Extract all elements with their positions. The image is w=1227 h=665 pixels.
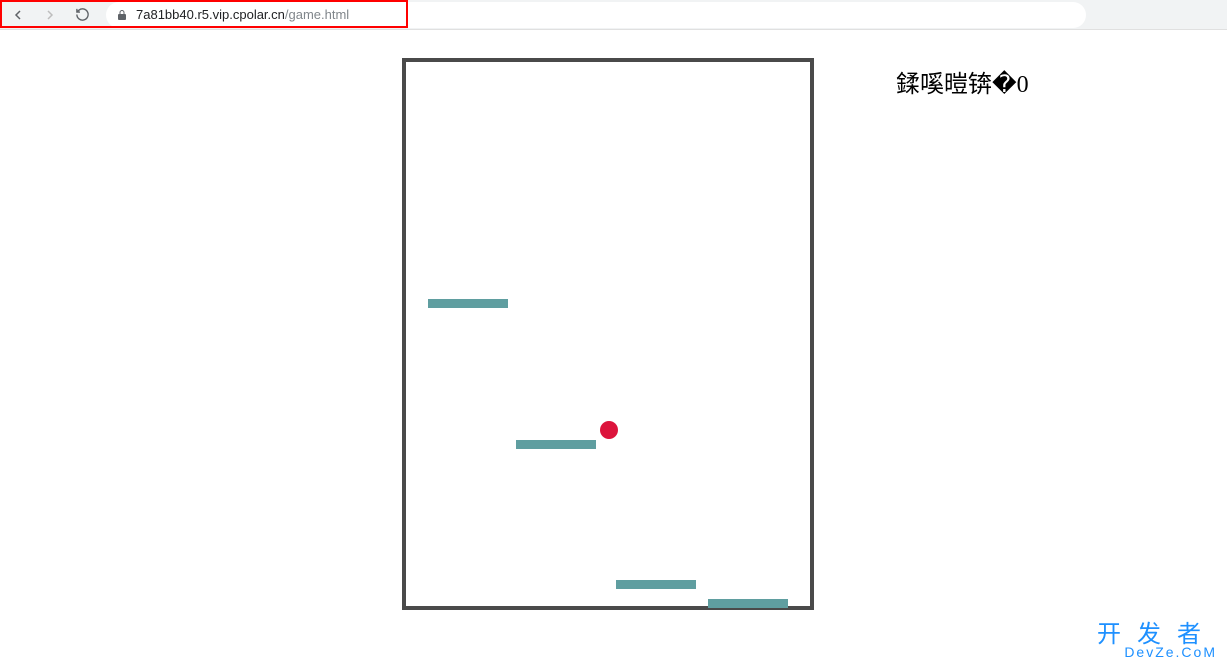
player-ball xyxy=(600,421,618,439)
forward-button[interactable] xyxy=(36,1,64,29)
url-text: 7a81bb40.r5.vip.cpolar.cn/game.html xyxy=(136,7,349,22)
platform xyxy=(708,599,788,608)
lock-icon xyxy=(116,9,128,21)
address-bar[interactable]: 7a81bb40.r5.vip.cpolar.cn/game.html xyxy=(106,2,1086,28)
platform xyxy=(428,299,508,308)
game-canvas[interactable] xyxy=(402,58,814,610)
url-path: /game.html xyxy=(285,7,349,22)
back-button[interactable] xyxy=(4,1,32,29)
url-domain: 7a81bb40.r5.vip.cpolar.cn xyxy=(136,7,285,22)
platform xyxy=(516,440,596,449)
browser-toolbar: 7a81bb40.r5.vip.cpolar.cn/game.html xyxy=(0,0,1227,30)
score-label: 鍒嗘暟锛�0 xyxy=(896,64,1029,99)
platform xyxy=(616,580,696,589)
watermark: 开发者 DevZe.CoM xyxy=(1097,623,1217,659)
reload-button[interactable] xyxy=(68,1,96,29)
